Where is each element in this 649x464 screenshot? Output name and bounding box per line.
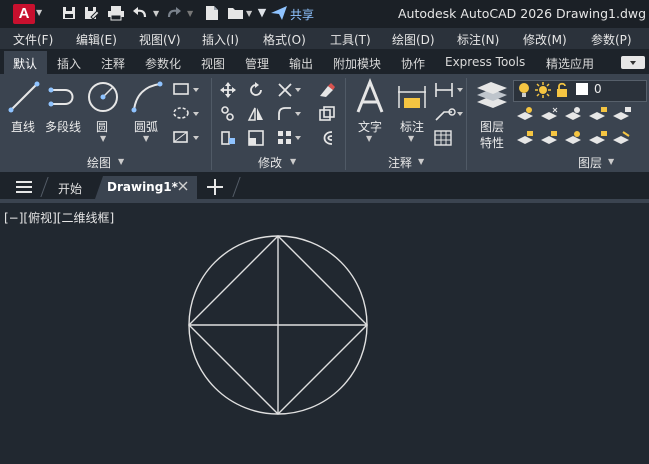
drawing-geometry — [188, 235, 368, 415]
